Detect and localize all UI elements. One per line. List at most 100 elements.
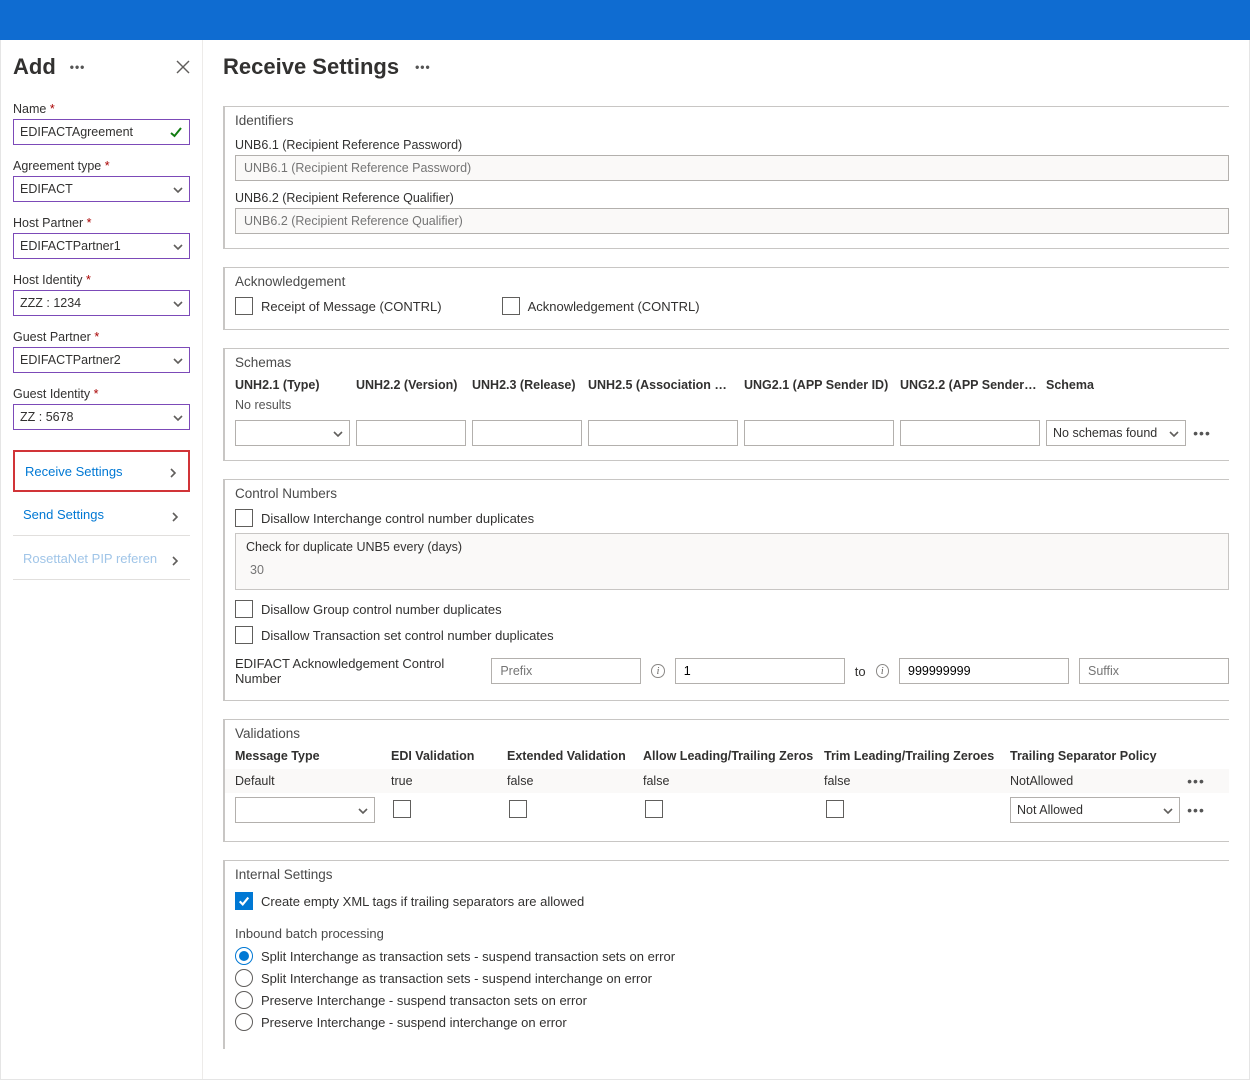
main-content: Receive Settings ••• Identifiers UNB6.1 …	[203, 40, 1249, 1079]
val-h-ext: Extended Validation	[507, 749, 637, 763]
agreement-type-label: Agreement type *	[13, 159, 190, 173]
section-control-numbers: Control Numbers Disallow Interchange con…	[223, 479, 1229, 701]
unb62-input[interactable]	[235, 208, 1229, 234]
val-h-trim: Trim Leading/Trailing Zeroes	[824, 749, 1004, 763]
acn-suffix-input[interactable]	[1079, 658, 1229, 684]
section-internal: Internal Settings Create empty XML tags …	[223, 860, 1229, 1049]
agreement-type-select[interactable]: EDIFACT	[13, 176, 190, 202]
val-policy-select[interactable]: Not Allowed	[1010, 797, 1180, 823]
val-h-edi: EDI Validation	[391, 749, 501, 763]
val-ext-checkbox[interactable]	[509, 800, 527, 818]
schema-header-schema: Schema	[1046, 378, 1186, 392]
close-icon[interactable]	[176, 60, 190, 74]
checkbox-ack-label: Acknowledgement (CONTRL)	[528, 299, 700, 314]
chevron-right-icon	[170, 554, 180, 564]
host-partner-label: Host Partner *	[13, 216, 190, 230]
nav-receive-settings[interactable]: Receive Settings	[13, 450, 190, 492]
radio1-label: Split Interchange as transaction sets - …	[261, 949, 675, 964]
val-edi-checkbox[interactable]	[393, 800, 411, 818]
guest-partner-select[interactable]: EDIFACTPartner2	[13, 347, 190, 373]
nav-rosettanet[interactable]: RosettaNet PIP referen	[13, 538, 190, 580]
info-icon[interactable]: i	[876, 664, 889, 678]
val-policy: NotAllowed	[1010, 774, 1180, 788]
acn-label: EDIFACT Acknowledgement Control Number	[235, 656, 481, 686]
host-identity-select[interactable]: ZZZ : 1234	[13, 290, 190, 316]
ellipsis-icon[interactable]: •••	[70, 60, 86, 74]
val-allow: false	[643, 774, 818, 788]
host-partner-value: EDIFACTPartner1	[20, 239, 121, 253]
schema-header-ung22: UNG2.2 (APP Sender…	[900, 378, 1040, 392]
guest-identity-value: ZZ : 5678	[20, 410, 74, 424]
guest-identity-select[interactable]: ZZ : 5678	[13, 404, 190, 430]
more-icon[interactable]: •••	[1186, 802, 1206, 818]
val-row-default: Default true false false false NotAllowe…	[225, 769, 1229, 793]
acn-from-input[interactable]	[675, 658, 845, 684]
chevron-down-icon	[358, 805, 368, 815]
internal-title: Internal Settings	[235, 867, 1229, 882]
val-msgtype: Default	[235, 774, 385, 788]
more-icon[interactable]: •••	[1186, 773, 1206, 789]
checkbox-create-empty-label: Create empty XML tags if trailing separa…	[261, 894, 584, 909]
guest-partner-label: Guest Partner *	[13, 330, 190, 344]
more-icon[interactable]: •••	[1192, 425, 1212, 441]
val-trim-checkbox[interactable]	[826, 800, 844, 818]
schema-ung21-input[interactable]	[744, 420, 894, 446]
ellipsis-icon[interactable]: •••	[415, 60, 431, 74]
section-schemas: Schemas UNH2.1 (Type) UNH2.2 (Version) U…	[223, 348, 1229, 461]
acn-to-input[interactable]	[899, 658, 1069, 684]
validations-title: Validations	[225, 726, 1229, 741]
val-msgtype-select[interactable]	[235, 797, 375, 823]
schema-select[interactable]: No schemas found	[1046, 420, 1186, 446]
checkbox-disallow-interchange-label: Disallow Interchange control number dupl…	[261, 511, 534, 526]
val-allow-checkbox[interactable]	[645, 800, 663, 818]
guest-partner-value: EDIFACTPartner2	[20, 353, 121, 367]
guest-identity-label: Guest Identity *	[13, 387, 190, 401]
radio-split-interchange-error[interactable]: Split Interchange as transaction sets - …	[235, 969, 1229, 987]
val-h-msgtype: Message Type	[235, 749, 385, 763]
schema-version-input[interactable]	[356, 420, 466, 446]
chevron-right-icon	[170, 510, 180, 520]
schema-header-assoc: UNH2.5 (Association …	[588, 378, 738, 392]
val-h-allow: Allow Leading/Trailing Zeros	[643, 749, 818, 763]
checkbox-receipt[interactable]: Receipt of Message (CONTRL)	[235, 297, 442, 315]
val-headers: Message Type EDI Validation Extended Val…	[225, 749, 1229, 763]
schema-header-ung21: UNG2.1 (APP Sender ID)	[744, 378, 894, 392]
schema-release-input[interactable]	[472, 420, 582, 446]
add-blade: Add ••• Name * EDIFACTAgreement Agreemen…	[1, 40, 203, 1079]
check-icon	[169, 125, 183, 139]
section-validations: Validations Message Type EDI Validation …	[223, 719, 1229, 842]
chevron-down-icon	[173, 298, 183, 308]
host-partner-select[interactable]: EDIFACTPartner1	[13, 233, 190, 259]
checkbox-disallow-interchange[interactable]: Disallow Interchange control number dupl…	[235, 509, 1229, 527]
unb61-input[interactable]	[235, 155, 1229, 181]
checkbox-create-empty[interactable]: Create empty XML tags if trailing separa…	[235, 892, 1229, 910]
info-icon[interactable]: i	[651, 664, 664, 678]
batch-label: Inbound batch processing	[235, 926, 1229, 941]
schema-type-select[interactable]	[235, 420, 350, 446]
radio-preserve-interchange-error[interactable]: Preserve Interchange - suspend interchan…	[235, 1013, 1229, 1031]
section-identifiers: Identifiers UNB6.1 (Recipient Reference …	[223, 106, 1229, 249]
nav-send-label: Send Settings	[23, 507, 104, 522]
chevron-right-icon	[168, 466, 178, 476]
agreement-type-value: EDIFACT	[20, 182, 73, 196]
checkbox-receipt-label: Receipt of Message (CONTRL)	[261, 299, 442, 314]
nav-receive-label: Receive Settings	[25, 464, 123, 479]
name-input[interactable]: EDIFACTAgreement	[13, 119, 190, 145]
acn-to-label: to	[855, 664, 866, 679]
checkbox-disallow-txn[interactable]: Disallow Transaction set control number …	[235, 626, 1229, 644]
val-row-input: Not Allowed •••	[225, 793, 1229, 827]
schema-ung22-input[interactable]	[900, 420, 1040, 446]
acn-prefix-input[interactable]	[491, 658, 641, 684]
val-h-policy: Trailing Separator Policy	[1010, 749, 1180, 763]
radio-split-txn-error[interactable]: Split Interchange as transaction sets - …	[235, 947, 1229, 965]
radio-preserve-txn-error[interactable]: Preserve Interchange - suspend transacto…	[235, 991, 1229, 1009]
unb61-label: UNB6.1 (Recipient Reference Password)	[235, 138, 1229, 152]
checkbox-ack[interactable]: Acknowledgement (CONTRL)	[502, 297, 700, 315]
blade-title-text: Add	[13, 54, 56, 80]
schema-assoc-input[interactable]	[588, 420, 738, 446]
checkbox-disallow-group[interactable]: Disallow Group control number duplicates	[235, 600, 1229, 618]
ack-title: Acknowledgement	[235, 274, 1229, 289]
host-identity-value: ZZZ : 1234	[20, 296, 81, 310]
check-dup-input[interactable]	[246, 557, 1218, 583]
nav-send-settings[interactable]: Send Settings	[13, 494, 190, 536]
